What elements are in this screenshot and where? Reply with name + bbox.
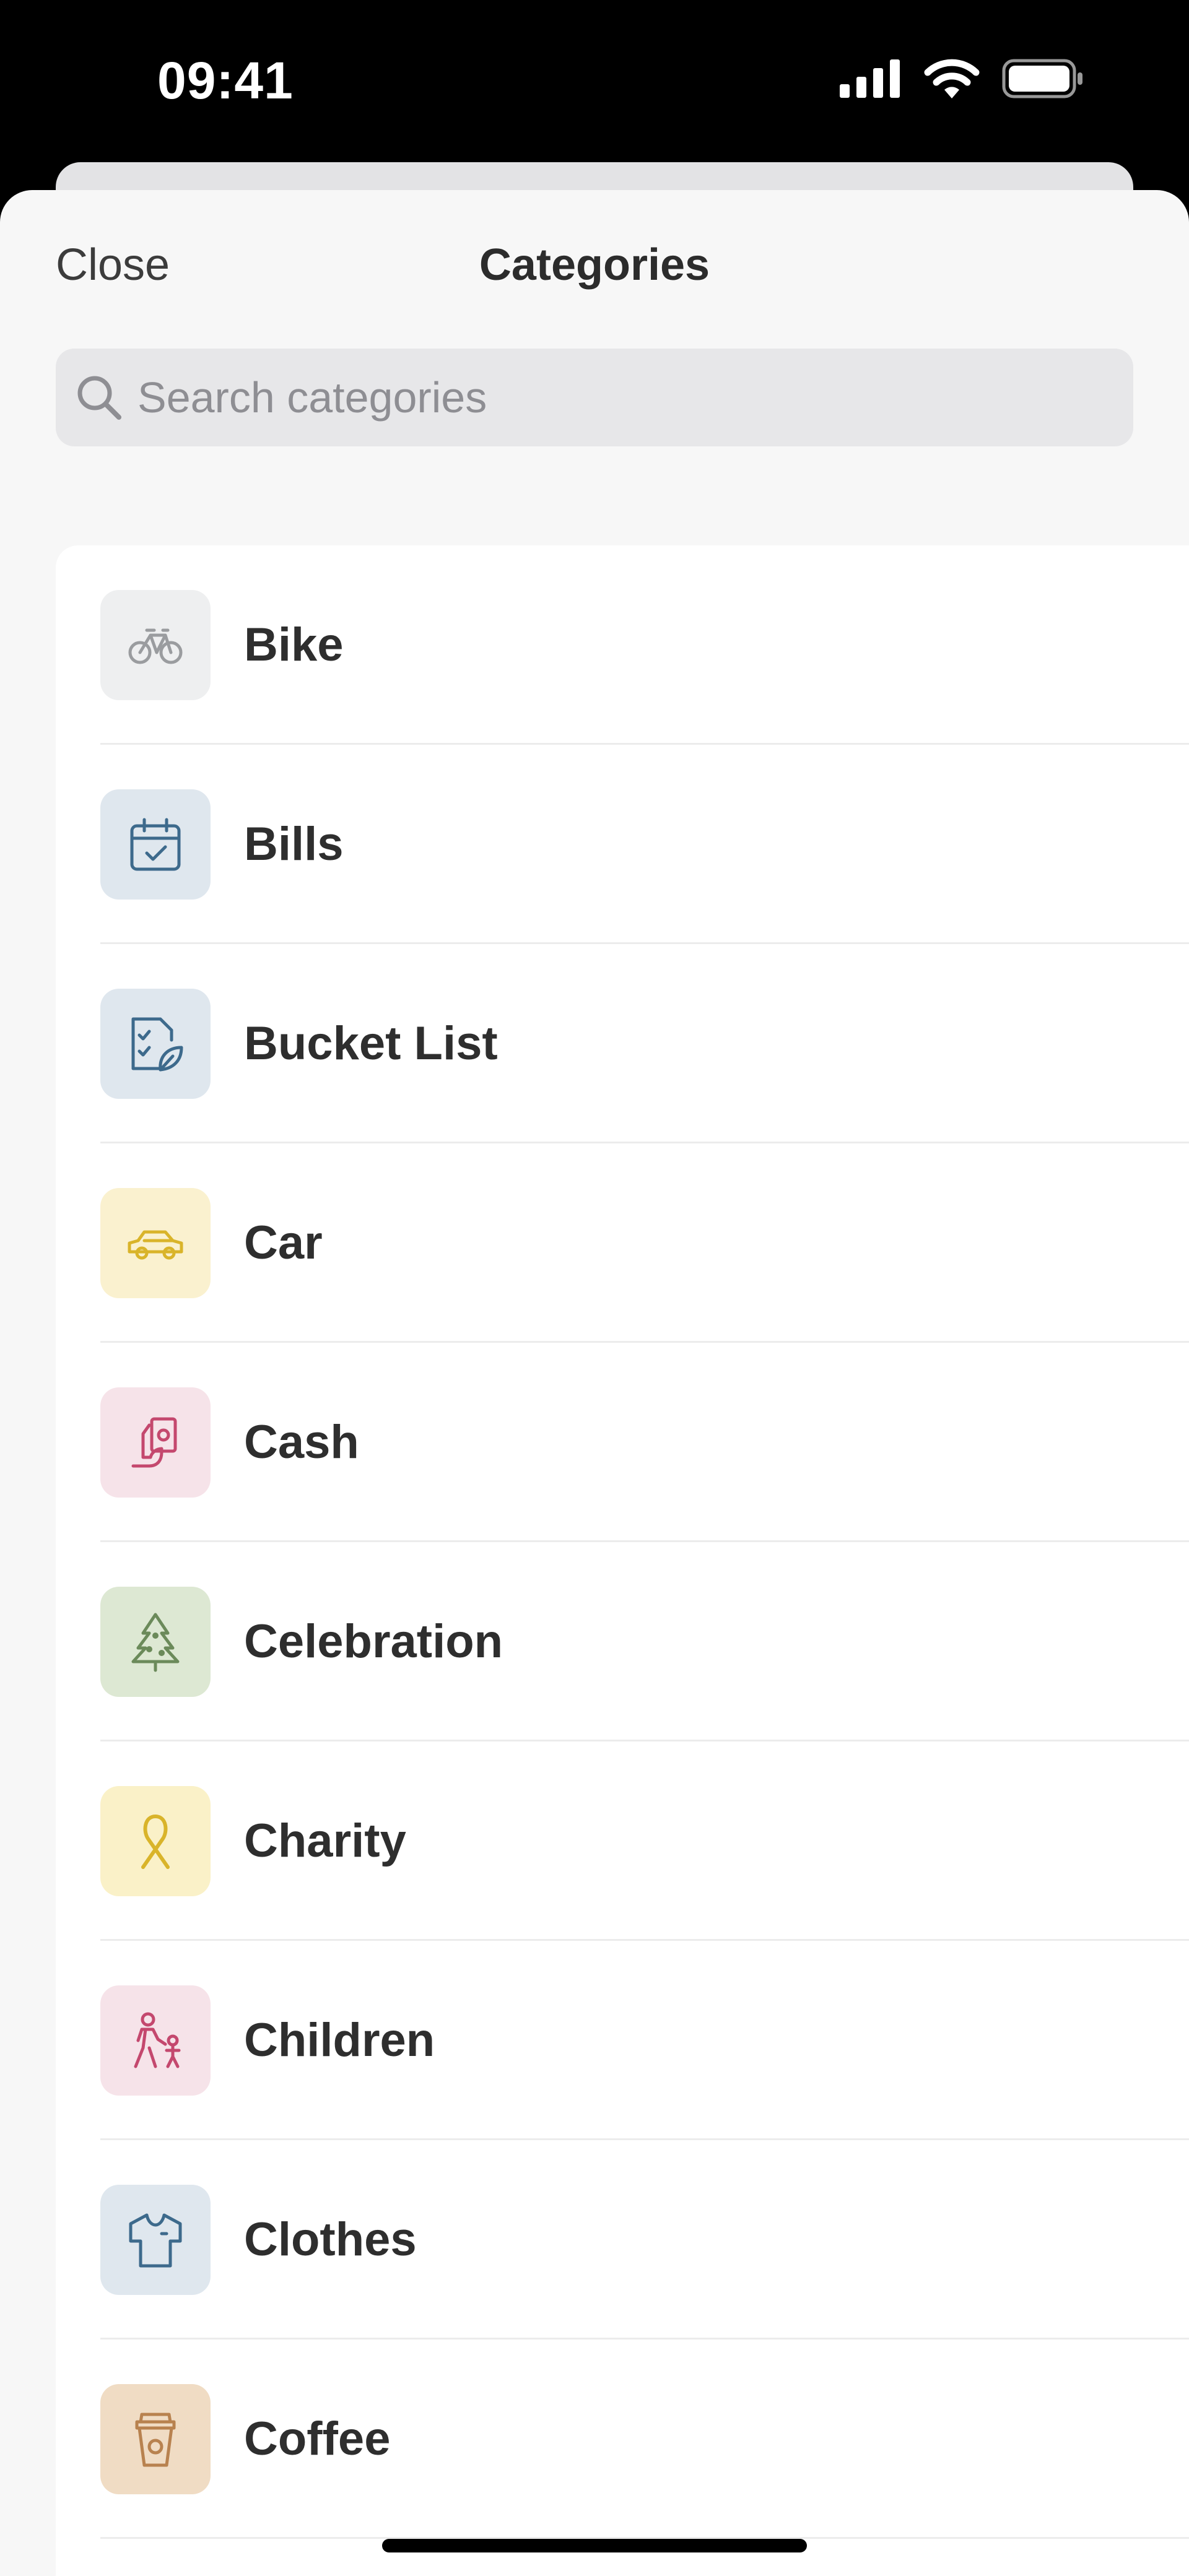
category-item-clothes[interactable]: Clothes <box>56 2140 1189 2340</box>
category-label: Car <box>244 1216 323 1269</box>
category-item-charity[interactable]: Charity <box>56 1741 1189 1941</box>
category-label: Celebration <box>244 1615 503 1668</box>
category-label: Clothes <box>244 2213 417 2266</box>
cash-hand-icon <box>100 1387 211 1498</box>
shirt-icon <box>100 2185 211 2295</box>
category-list: Bike Bills Bucket List Car Cash Celebrat… <box>56 545 1189 2576</box>
category-label: Bucket List <box>244 1017 498 1070</box>
status-icons <box>840 57 1084 100</box>
battery-icon <box>1002 59 1082 98</box>
wifi-icon <box>924 59 980 98</box>
page-title: Categories <box>479 240 710 290</box>
checklist-leaf-icon <box>100 989 211 1099</box>
category-label: Charity <box>244 1815 406 1867</box>
parent-child-icon <box>100 1985 211 2096</box>
category-label: Cash <box>244 1416 359 1468</box>
category-label: Coffee <box>244 2413 391 2465</box>
category-label: Bills <box>244 818 344 870</box>
ribbon-icon <box>100 1786 211 1896</box>
calendar-check-icon <box>100 789 211 900</box>
car-icon <box>100 1188 211 1298</box>
categories-sheet: Close Categories Bike <box>0 190 1189 2576</box>
status-time: 09:41 <box>157 51 294 110</box>
bike-icon <box>100 590 211 700</box>
category-label: Bike <box>244 618 344 671</box>
cellular-signal-icon <box>840 59 900 98</box>
category-item-celebration[interactable]: Celebration <box>56 1542 1189 1741</box>
category-item-coffee[interactable]: Coffee <box>56 2340 1189 2539</box>
category-label: Children <box>244 2014 435 2066</box>
category-item-cash[interactable]: Cash <box>56 1343 1189 1542</box>
christmas-tree-icon <box>100 1587 211 1697</box>
category-item-bucket-list[interactable]: Bucket List <box>56 944 1189 1143</box>
status-bar: 09:41 <box>0 0 1189 161</box>
home-indicator[interactable] <box>382 2539 807 2552</box>
search-icon <box>74 373 124 422</box>
search-input[interactable] <box>136 372 1068 423</box>
coffee-cup-icon <box>100 2384 211 2494</box>
search-bar[interactable] <box>56 349 1133 446</box>
category-item-children[interactable]: Children <box>56 1941 1189 2140</box>
category-item-bike[interactable]: Bike <box>56 545 1189 745</box>
category-item-car[interactable]: Car <box>56 1143 1189 1343</box>
category-item-bills[interactable]: Bills <box>56 745 1189 944</box>
